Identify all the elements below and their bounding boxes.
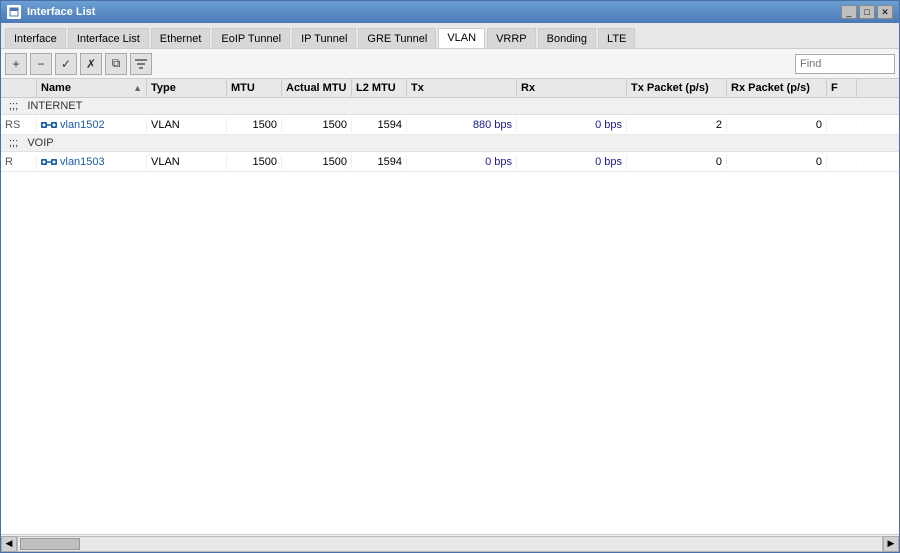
minimize-button[interactable]: _ xyxy=(841,5,857,19)
remove-button[interactable]: − xyxy=(30,53,52,75)
col-header-rx[interactable]: Rx xyxy=(517,79,627,97)
tab-vlan[interactable]: VLAN xyxy=(438,28,485,48)
filter-button[interactable] xyxy=(130,53,152,75)
cell-l2mtu-vlan1502: 1594 xyxy=(352,118,407,132)
horizontal-scrollbar[interactable] xyxy=(17,536,883,552)
cell-tx-vlan1503: 0 bps xyxy=(407,155,517,169)
cell-type-vlan1503: VLAN xyxy=(147,155,227,169)
col-header-rx-packet[interactable]: Rx Packet (p/s) xyxy=(727,79,827,97)
title-bar-left: Interface List xyxy=(7,5,95,19)
cell-f-vlan1502 xyxy=(827,124,857,126)
enable-button[interactable]: ✓ xyxy=(55,53,77,75)
col-header-name[interactable]: Name ▲ xyxy=(37,79,147,97)
tab-lte[interactable]: LTE xyxy=(598,28,635,48)
title-bar-buttons: _ □ ✕ xyxy=(841,5,893,19)
main-window: Interface List _ □ ✕ Interface Interface… xyxy=(0,0,900,553)
group-prefix-voip: ;;; xyxy=(9,137,18,149)
cell-actual-mtu-vlan1503: 1500 xyxy=(282,155,352,169)
cell-name-vlan1502[interactable]: vlan1502 xyxy=(37,118,147,132)
title-bar: Interface List _ □ ✕ xyxy=(1,1,899,23)
close-button[interactable]: ✕ xyxy=(877,5,893,19)
copy-button[interactable]: ⧉ xyxy=(105,53,127,75)
maximize-button[interactable]: □ xyxy=(859,5,875,19)
toolbar: + − ✓ ✗ ⧉ xyxy=(1,49,899,79)
cell-rx-packet-vlan1502: 0 xyxy=(727,118,827,132)
group-name-internet: INTERNET xyxy=(27,100,82,112)
cell-name-vlan1503[interactable]: vlan1503 xyxy=(37,155,147,169)
interface-icon-vlan1503 xyxy=(41,156,57,168)
scroll-right-button[interactable]: ▶ xyxy=(883,536,899,552)
col-header-mtu[interactable]: MTU xyxy=(227,79,282,97)
tab-eoip-tunnel[interactable]: EoIP Tunnel xyxy=(212,28,290,48)
cell-tx-packet-vlan1502: 2 xyxy=(627,118,727,132)
group-name-voip: VOIP xyxy=(27,137,53,149)
tab-bonding[interactable]: Bonding xyxy=(538,28,596,48)
table-body: ;;; INTERNET RS xyxy=(1,98,899,534)
sort-arrow-name: ▲ xyxy=(133,83,142,93)
col-check-header xyxy=(1,79,37,97)
tab-interface[interactable]: Interface xyxy=(5,28,66,48)
filter-icon xyxy=(134,57,148,71)
cell-rx-vlan1502: 0 bps xyxy=(517,118,627,132)
group-row-voip: ;;; VOIP xyxy=(1,135,899,152)
cell-rx-vlan1503: 0 bps xyxy=(517,155,627,169)
table-row[interactable]: R vlan1503 VLAN 1500 1500 xyxy=(1,152,899,172)
scroll-thumb[interactable] xyxy=(20,538,80,550)
cell-tx-packet-vlan1503: 0 xyxy=(627,155,727,169)
table-row[interactable]: RS vlan1502 VLAN 1500 150 xyxy=(1,115,899,135)
col-header-actual-mtu[interactable]: Actual MTU xyxy=(282,79,352,97)
cell-type-vlan1502: VLAN xyxy=(147,118,227,132)
scroll-left-button[interactable]: ◀ xyxy=(1,536,17,552)
cell-rx-packet-vlan1503: 0 xyxy=(727,155,827,169)
cell-actual-mtu-vlan1502: 1500 xyxy=(282,118,352,132)
cell-f-vlan1503 xyxy=(827,161,857,163)
cell-mtu-vlan1503: 1500 xyxy=(227,155,282,169)
group-row-internet: ;;; INTERNET xyxy=(1,98,899,115)
tab-gre-tunnel[interactable]: GRE Tunnel xyxy=(358,28,436,48)
tab-interface-list[interactable]: Interface List xyxy=(68,28,149,48)
window-title: Interface List xyxy=(27,6,95,18)
table-header: Name ▲ Type MTU Actual MTU L2 MTU Tx Rx xyxy=(1,79,899,98)
tab-ip-tunnel[interactable]: IP Tunnel xyxy=(292,28,356,48)
table-container: Name ▲ Type MTU Actual MTU L2 MTU Tx Rx xyxy=(1,79,899,534)
add-button[interactable]: + xyxy=(5,53,27,75)
search-input[interactable] xyxy=(795,54,895,74)
row-flags-vlan1503: R xyxy=(1,155,37,169)
col-header-type[interactable]: Type xyxy=(147,79,227,97)
window-icon xyxy=(7,5,21,19)
iface-link-vlan1502[interactable]: vlan1502 xyxy=(60,119,105,131)
col-header-l2mtu[interactable]: L2 MTU xyxy=(352,79,407,97)
tabs-bar: Interface Interface List Ethernet EoIP T… xyxy=(1,23,899,49)
disable-button[interactable]: ✗ xyxy=(80,53,102,75)
col-header-tx[interactable]: Tx xyxy=(407,79,517,97)
iface-link-vlan1503[interactable]: vlan1503 xyxy=(60,156,105,168)
cell-l2mtu-vlan1503: 1594 xyxy=(352,155,407,169)
tab-vrrp[interactable]: VRRP xyxy=(487,28,536,48)
col-header-f[interactable]: F xyxy=(827,79,857,97)
cell-mtu-vlan1502: 1500 xyxy=(227,118,282,132)
interface-icon-vlan1502 xyxy=(41,119,57,131)
cell-tx-vlan1502: 880 bps xyxy=(407,118,517,132)
group-prefix-internet: ;;; xyxy=(9,100,18,112)
col-header-tx-packet[interactable]: Tx Packet (p/s) xyxy=(627,79,727,97)
tab-ethernet[interactable]: Ethernet xyxy=(151,28,211,48)
statusbar: ◀ ▶ xyxy=(1,534,899,552)
row-flags-vlan1502: RS xyxy=(1,118,37,132)
